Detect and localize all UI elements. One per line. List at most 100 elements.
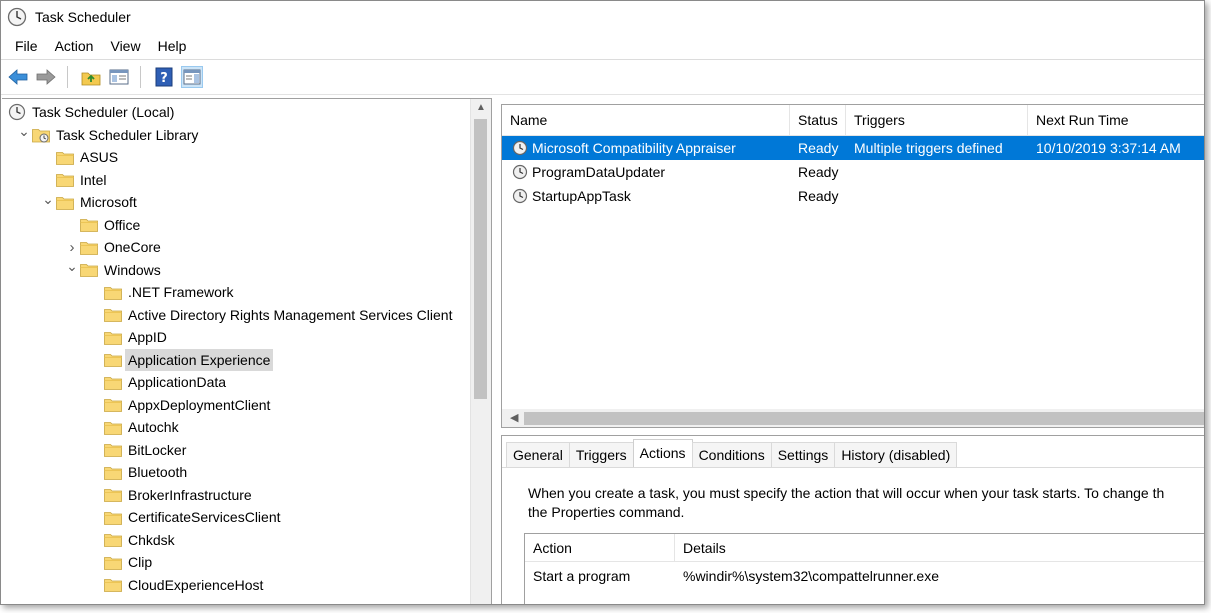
tree-item[interactable]: ⌄ Task Scheduler Library: [16, 121, 199, 146]
forward-icon: [36, 69, 56, 85]
tree-item-label: BitLocker: [128, 441, 187, 458]
svg-text:?: ?: [160, 71, 168, 86]
task-name: StartupAppTask: [532, 188, 631, 204]
tree-item-label: AppID: [128, 329, 167, 345]
help-button[interactable]: ?: [153, 66, 175, 88]
expanded-chevron-icon[interactable]: ⌄: [40, 188, 56, 210]
task-detail-pane: General Triggers Actions Conditions Sett…: [501, 435, 1204, 604]
up-folder-button[interactable]: [80, 66, 102, 88]
tree-item[interactable]: Application Experience: [88, 348, 274, 371]
menu-bar: File Action View Help: [1, 33, 1204, 59]
menu-view[interactable]: View: [103, 38, 150, 54]
tree-item[interactable]: BrokerInfrastructure: [88, 484, 252, 506]
tree-item[interactable]: AppID: [88, 326, 167, 348]
column-header-status[interactable]: Status: [790, 105, 846, 135]
tree-vertical-scrollbar[interactable]: ▲: [470, 99, 491, 604]
tree-item[interactable]: Chkdsk: [88, 529, 175, 551]
tree-item-label: Autochk: [128, 419, 179, 435]
task-row[interactable]: ProgramDataUpdater Ready: [502, 160, 1204, 184]
tree-item[interactable]: BitLocker: [88, 439, 186, 461]
actions-table: Action Details Start a program %windir%\…: [524, 533, 1204, 604]
tree-item-label: Application Experience: [125, 348, 274, 371]
description-line: When you create a task, you must specify…: [528, 485, 1165, 501]
tree-item[interactable]: Office: [64, 214, 140, 236]
task-row[interactable]: StartupAppTask Ready: [502, 184, 1204, 208]
tab-history[interactable]: History (disabled): [834, 442, 958, 467]
menu-file[interactable]: File: [1, 38, 48, 54]
show-hide-action-pane-icon: [183, 69, 201, 85]
tree-item[interactable]: Autochk: [88, 416, 179, 438]
tree-item-label: Chkdsk: [128, 531, 175, 548]
tree-item[interactable]: ⌄ Windows: [64, 256, 161, 281]
task-name: ProgramDataUpdater: [532, 164, 666, 180]
scroll-thumb[interactable]: [474, 119, 487, 399]
tree-item[interactable]: Bluetooth: [88, 461, 187, 483]
column-header-action[interactable]: Action: [525, 534, 675, 562]
tree-item[interactable]: AppxDeploymentClient: [88, 394, 270, 416]
tree-item[interactable]: ASUS: [40, 146, 118, 168]
task-clock-icon: [512, 164, 528, 180]
column-header-name[interactable]: Name: [502, 105, 790, 135]
expanded-chevron-icon[interactable]: ⌄: [64, 256, 80, 278]
tree-item[interactable]: Task Scheduler (Local): [8, 101, 174, 123]
tab-conditions[interactable]: Conditions: [691, 442, 772, 467]
folder-icon: [104, 330, 122, 345]
tab-settings[interactable]: Settings: [770, 442, 836, 467]
column-header-details[interactable]: Details: [675, 534, 1204, 562]
tree-item[interactable]: ApplicationData: [88, 371, 226, 393]
folder-icon: [104, 577, 122, 592]
tab-actions[interactable]: Actions: [632, 439, 693, 467]
task-name: Microsoft Compatibility Appraiser: [532, 140, 736, 156]
show-hide-action-pane-button[interactable]: [181, 66, 203, 88]
window-title: Task Scheduler: [35, 9, 131, 25]
column-header-triggers[interactable]: Triggers: [846, 105, 1028, 135]
task-clock-icon: [512, 188, 528, 204]
task-row[interactable]: Microsoft Compatibility Appraiser Ready …: [502, 136, 1204, 160]
menu-help[interactable]: Help: [151, 38, 197, 54]
folder-icon: [104, 285, 122, 300]
toolbar-separator: [67, 66, 68, 88]
console-tree[interactable]: ▲ Task Scheduler (Local) ⌄ Task Scheduler …: [2, 98, 492, 604]
scroll-left-icon[interactable]: ◀: [510, 411, 518, 424]
tree-item[interactable]: CertificateServicesClient: [88, 506, 281, 528]
column-header-next-run-time[interactable]: Next Run Time: [1028, 105, 1204, 135]
tab-triggers[interactable]: Triggers: [568, 442, 634, 467]
tab-strip-border: [502, 467, 1204, 468]
tree-item[interactable]: CloudExperienceHost: [88, 574, 263, 596]
back-button[interactable]: [7, 66, 29, 88]
tree-item[interactable]: .NET Framework: [88, 281, 234, 303]
tree-item[interactable]: Clip: [88, 551, 152, 573]
task-triggers: Multiple triggers defined: [854, 140, 1003, 156]
tree-item-label: Intel: [80, 171, 107, 188]
tree-item-label: Task Scheduler Library: [56, 126, 199, 143]
folder-icon: [104, 375, 122, 390]
show-hide-console-tree-icon: [109, 69, 129, 85]
menu-action[interactable]: Action: [48, 38, 104, 54]
scroll-up-icon[interactable]: ▲: [476, 102, 486, 113]
tree-item-label: .NET Framework: [128, 284, 234, 300]
task-list-horizontal-scrollbar[interactable]: ◀: [502, 409, 1204, 427]
folder-icon: [104, 307, 122, 322]
folder-icon: [80, 262, 98, 277]
toolbar-separator: [140, 66, 141, 88]
forward-button[interactable]: [35, 66, 57, 88]
show-hide-console-tree-button[interactable]: [108, 66, 130, 88]
tree-item-label: Microsoft: [80, 194, 137, 210]
tab-general[interactable]: General: [506, 442, 570, 467]
scroll-thumb[interactable]: [524, 412, 1204, 425]
task-scheduler-window: Task Scheduler File Action View Help ? ▲…: [0, 0, 1205, 605]
tree-item[interactable]: ⌄ Microsoft: [40, 191, 137, 213]
folder-icon: [56, 172, 74, 187]
expanded-chevron-icon[interactable]: ⌄: [16, 121, 32, 143]
tree-item-label: Office: [104, 216, 141, 233]
tree-item[interactable]: Active Directory Rights Management Servi…: [88, 304, 452, 326]
